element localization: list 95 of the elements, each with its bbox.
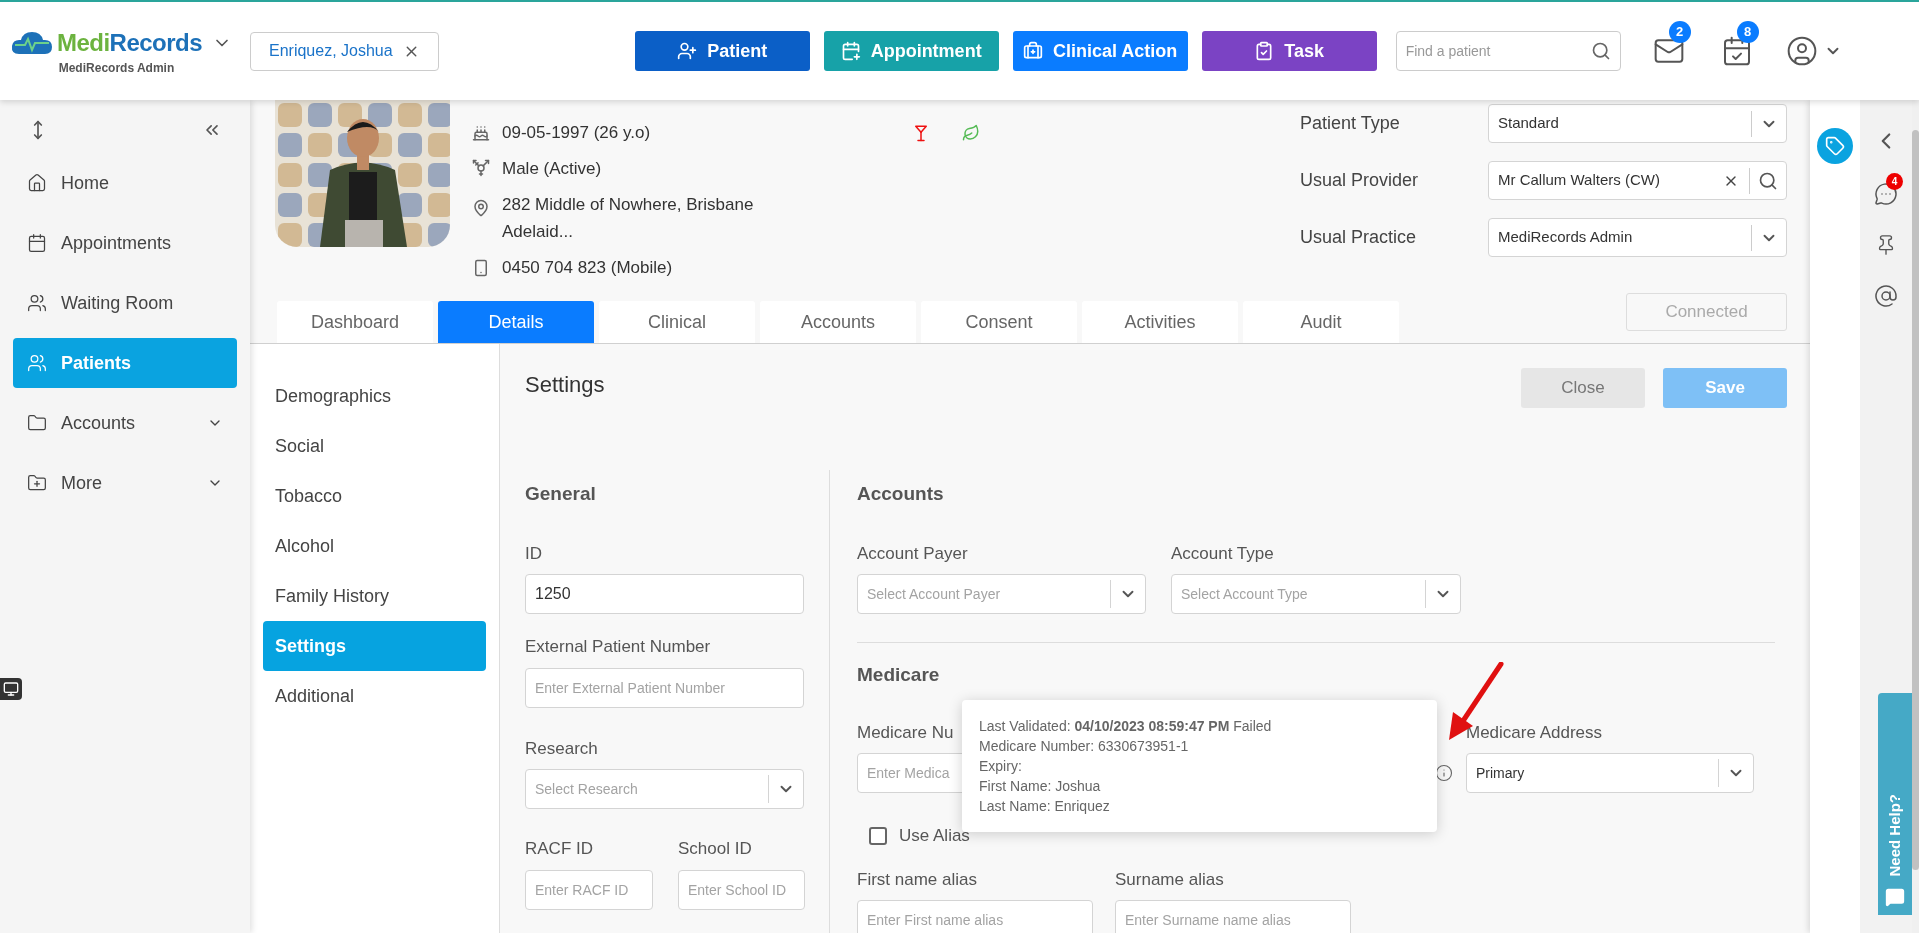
nav-icon [27,233,47,253]
input-field[interactable]: Enter School ID [678,869,805,910]
tab[interactable]: Dashboard [277,301,433,343]
section-title: Medicare [857,663,941,687]
tab[interactable]: Clinical [599,301,755,343]
section-title: Accounts [857,482,945,506]
birth-date: 09-05-1997 (26 y.o) [502,122,651,144]
tab[interactable]: Accounts [760,301,916,343]
count-badge: 4 [1886,173,1903,190]
search-icon[interactable] [1590,41,1611,61]
action-icon [1022,41,1043,61]
mention-icon[interactable] [1874,284,1898,308]
input-field[interactable]: Enter RACF ID [525,869,653,910]
section-nav-item[interactable]: Family History [263,571,486,621]
phone-number: 0450 704 823 (Mobile) [502,257,673,279]
section-nav-item[interactable]: Demographics [263,371,486,421]
field-label: RACF ID [525,838,593,860]
nav-item[interactable]: Waiting Room [13,278,237,328]
select-field[interactable]: Primary [1466,753,1754,793]
cake-icon [472,123,490,142]
section-nav-item[interactable]: Alcohol [263,521,486,571]
field-label: Usual Practice [1300,226,1418,249]
patient-chip[interactable]: Enriquez, Joshua [250,31,439,71]
action-button[interactable]: Clinical Action [1012,31,1188,71]
field-label: Usual Provider [1300,169,1420,192]
nav-item[interactable]: Home [13,158,237,208]
field-label: First name alias [857,868,977,891]
field-label: Account Payer [857,542,968,565]
tooltip-line: Last Validated: 04/10/2023 08:59:47 PM Failed [979,716,1273,736]
search-field[interactable]: Find a patient [1395,31,1621,71]
select-field[interactable]: Standard [1488,104,1787,143]
tab[interactable]: Details [438,301,594,343]
tab[interactable]: Audit [1243,301,1399,343]
section-nav-item[interactable]: Additional [263,671,486,721]
info-icon[interactable] [1435,764,1453,782]
tab[interactable]: Activities [1082,301,1238,343]
input-field[interactable]: 1250 [525,574,804,614]
checkbox-label: Use Alias [899,825,970,847]
phone-icon [472,258,490,277]
tooltip-line: Medicare Number: 6330673951-1 [979,736,1190,756]
count-badge: 8 [1736,21,1759,43]
field-label: Patient Type [1300,112,1401,135]
nav-icon [27,413,47,433]
field-label: Surname alias [1115,868,1224,891]
tab[interactable]: Consent [921,301,1077,343]
input-field[interactable]: Enter Surname name alias [1115,900,1351,933]
leaf-icon [962,123,981,142]
chat-bubble-icon [1885,887,1905,907]
field-label: Medicare Nu [857,721,954,744]
select-field[interactable]: MediRecords Admin [1488,218,1787,257]
nav-icon [27,473,47,493]
tooltip-line: First Name: Joshua [979,776,1102,796]
nav-icon [27,353,47,373]
page-title: Settings [525,371,605,399]
action-button[interactable]: Patient [634,31,810,71]
nav-item[interactable]: More [13,458,237,508]
logo-subtitle: MediRecords Admin [58,60,175,77]
field-label: School ID [678,838,752,860]
address: 282 Middle of Nowhere, Brisbane Adelaid... [502,194,755,243]
nav-icon [27,293,47,313]
nav-icon [27,173,47,193]
action-button[interactable]: Task [1201,31,1377,71]
close-button[interactable]: Close [1521,368,1645,408]
action-icon [1254,41,1275,61]
gender-icon [472,159,490,178]
section-nav-item[interactable]: Social [263,421,486,471]
checkbox[interactable] [869,826,887,845]
field-label: ID [525,542,542,565]
location-icon [472,199,490,217]
nav-item[interactable]: Appointments [13,218,237,268]
logo-text: MediRecords [56,28,203,58]
section-title: General [525,482,597,506]
user-icon[interactable] [1785,35,1818,67]
field-label: Medicare Address [1466,721,1603,744]
input-field[interactable]: Enter First name alias [857,900,1093,933]
tag-button[interactable] [1817,128,1853,164]
section-nav-item[interactable]: Tobacco [263,471,486,521]
input-field[interactable]: Enter External Patient Number [525,667,804,708]
action-icon [677,41,698,61]
action-icon [840,41,861,61]
tooltip-line: Last Name: Enriquez [979,796,1111,816]
gender: Male (Active) [502,157,602,180]
action-button[interactable]: Appointment [823,31,999,71]
search-field[interactable]: Mr Callum Walters (CW) [1488,161,1787,200]
tooltip-line: Expiry: [979,756,1023,776]
search-icon[interactable] [1758,170,1778,191]
count-badge: 2 [1668,21,1691,43]
field-label: External Patient Number [525,636,711,658]
nav-item[interactable]: Accounts [13,398,237,448]
scrollbar[interactable] [1912,100,1919,933]
cloud-logo-icon [10,30,53,56]
field-label: Research [525,737,598,760]
field-label: Account Type [1171,542,1274,565]
tag-icon [1825,136,1845,156]
monitor-icon[interactable] [0,678,22,700]
